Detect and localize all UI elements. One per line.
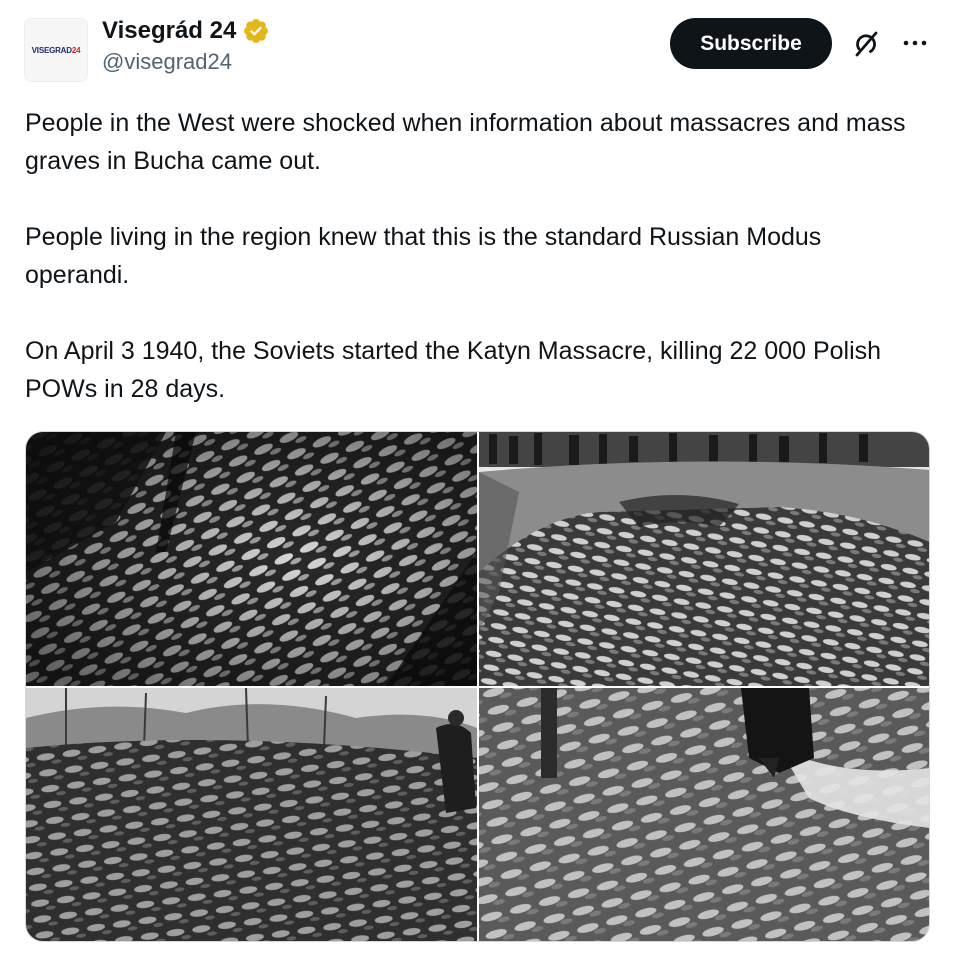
tweet-header: VISEGRAD24 Visegrád 24 @visegrad24 Subsc… <box>24 14 930 86</box>
display-name[interactable]: Visegrád 24 <box>102 17 236 45</box>
handle[interactable]: @visegrad24 <box>102 49 270 75</box>
tweet-paragraph: On April 3 1940, the Soviets started the… <box>25 337 882 403</box>
avatar-logo: VISEGRAD24 <box>31 45 81 55</box>
subscribe-button[interactable]: Subscribe <box>670 18 832 69</box>
photo-1[interactable] <box>26 432 477 686</box>
photo-2[interactable] <box>479 432 929 686</box>
grok-icon[interactable] <box>851 29 881 59</box>
author-names: Visegrád 24 @visegrad24 <box>102 17 270 75</box>
tweet-text: People in the West were shocked when inf… <box>25 104 925 408</box>
photo-4[interactable] <box>479 688 929 941</box>
more-icon[interactable] <box>900 31 930 55</box>
photo-3[interactable] <box>26 688 477 941</box>
media-grid <box>25 431 930 942</box>
display-name-row: Visegrád 24 <box>102 17 270 45</box>
tweet-paragraph: People living in the region knew that th… <box>25 223 822 289</box>
avatar[interactable]: VISEGRAD24 <box>24 18 88 82</box>
tweet-paragraph: People in the West were shocked when inf… <box>25 109 906 175</box>
verified-badge-icon[interactable] <box>242 17 270 45</box>
